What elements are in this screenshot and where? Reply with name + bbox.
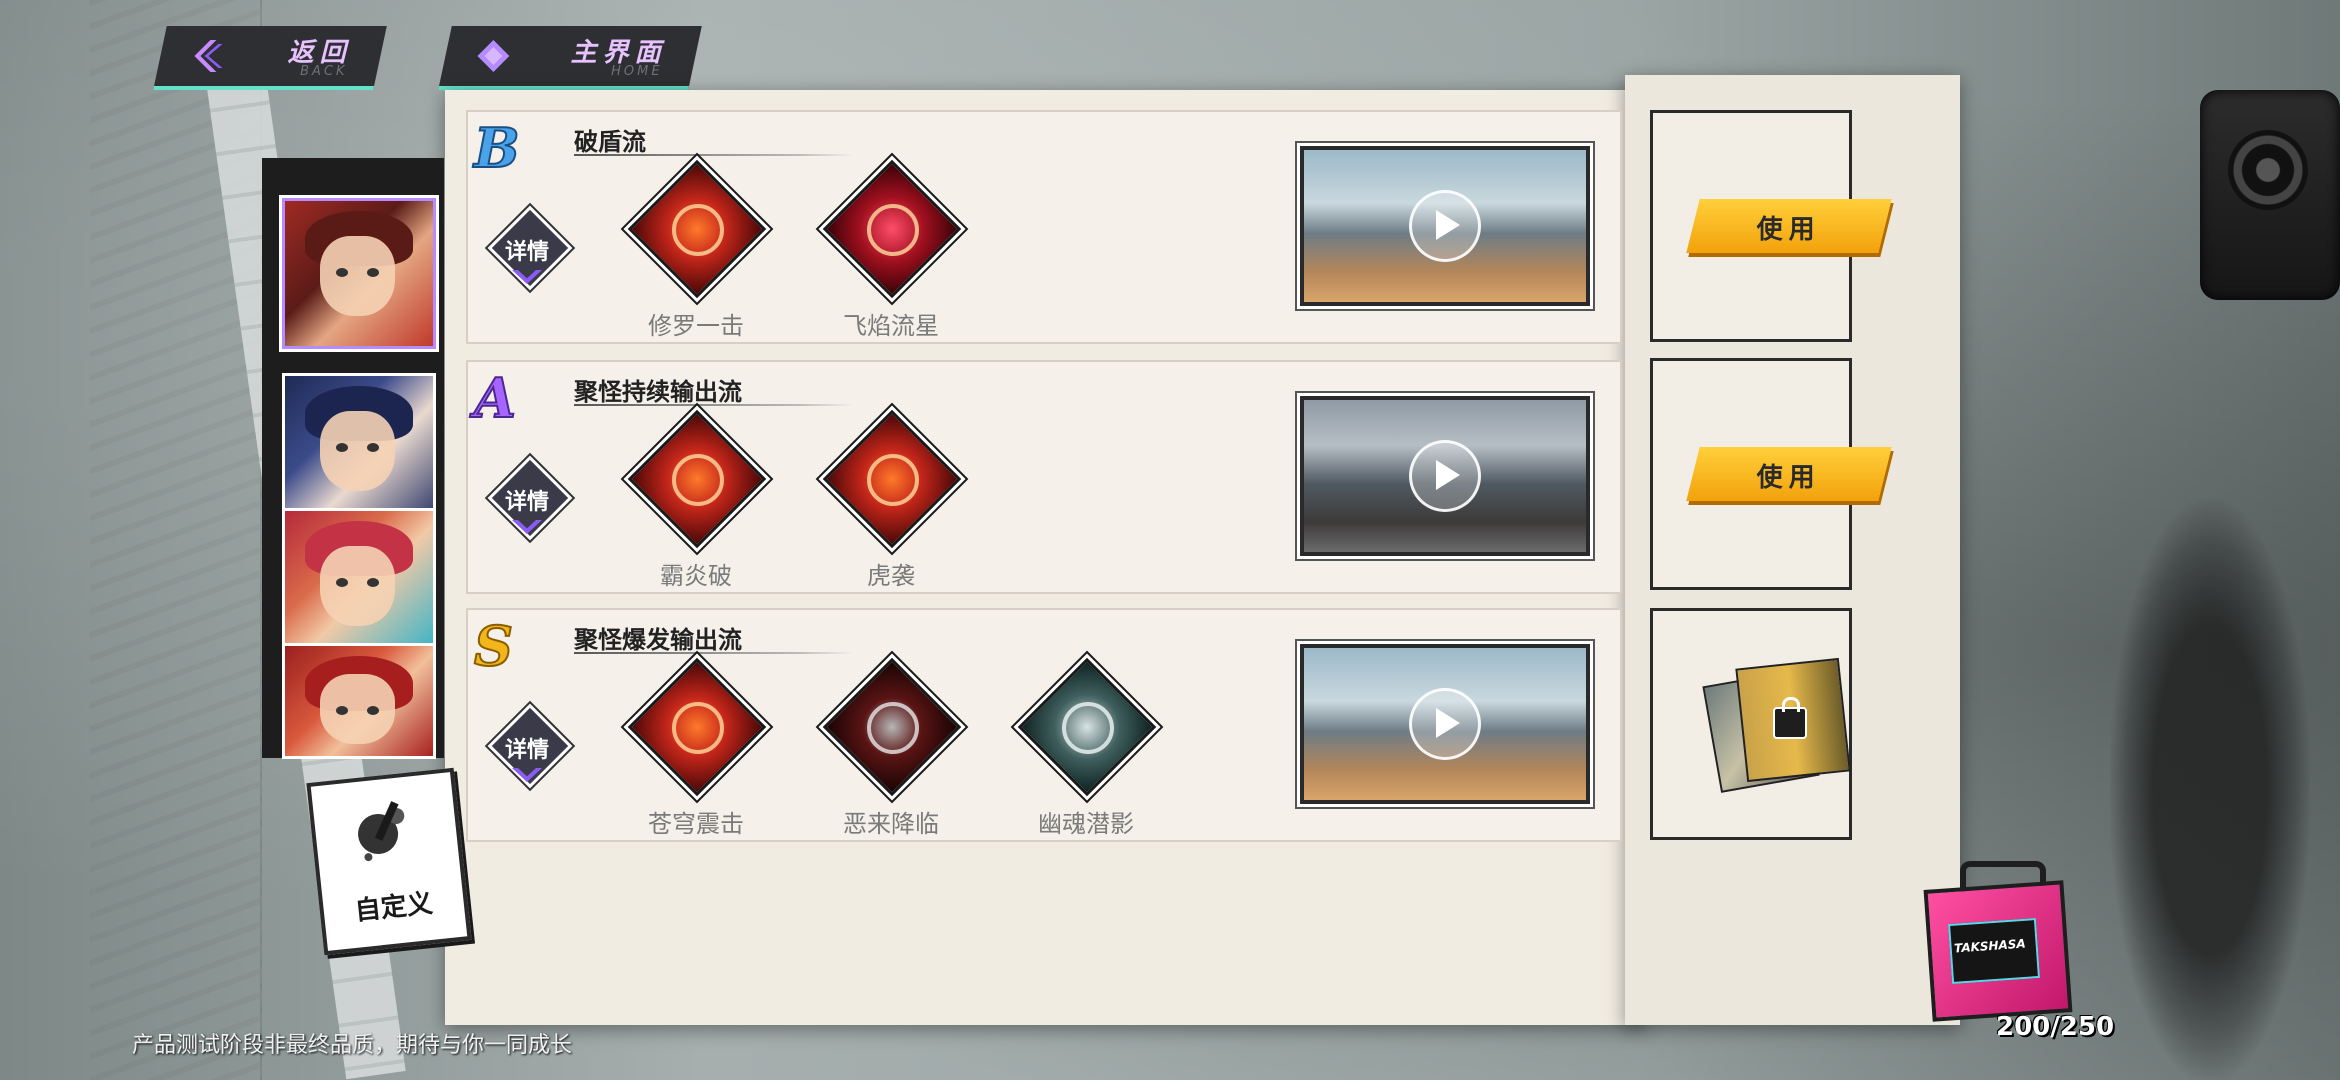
skill-glyph [867,204,919,256]
hero-face [320,411,395,491]
rank-badge: B [468,114,538,184]
storage-count: 200/250 [1996,1012,2115,1042]
back-sublabel: BACK [299,64,348,79]
ink-splatter [2110,500,2310,1080]
skill-glyph [672,702,724,754]
title-underline [574,652,854,654]
use-label: 使用 [1756,215,1821,245]
detail-button[interactable]: 详情 [487,455,573,542]
skill-name: 修罗一击 [648,312,744,340]
hero-portrait-3[interactable] [282,508,436,659]
build-title: 破盾流 [574,128,646,156]
skill-glyph [1062,702,1114,754]
footer-note: 产品测试阶段非最终品质，期待与你一同成长 [132,1033,573,1058]
skill-glyph [867,702,919,754]
back-button[interactable]: 返回 BACK [153,26,387,90]
title-underline [574,154,854,156]
detail-label: 详情 [504,240,549,265]
skill-name: 飞焰流星 [843,312,939,340]
build-slot: 使用 [1650,110,1892,342]
custom-label: 自定义 [353,888,435,927]
rank-badge: A [468,364,538,434]
skill-name: 苍穹震击 [648,810,744,838]
paint-brush-icon [358,801,405,862]
skill-item[interactable]: 恶来降临 [811,657,971,838]
build-title: 聚怪爆发输出流 [574,626,742,654]
play-icon[interactable] [1409,440,1481,512]
build-slot: 使用 [1650,358,1892,590]
skill-item[interactable]: 虎袭 [811,409,971,590]
camera-prop [2200,90,2340,300]
lock-icon [1773,697,1807,739]
hero-portrait-2[interactable] [282,373,436,524]
build-row: A 聚怪持续输出流 详情 霸炎破 虎袭 [466,360,1622,594]
video-preview[interactable] [1300,396,1590,556]
detail-button[interactable]: 详情 [487,703,573,790]
rank-letter: S [473,613,514,679]
hero-list [262,158,444,759]
hero-face [320,236,395,316]
hero-face [320,546,395,626]
skill-item[interactable]: 飞焰流星 [811,159,971,340]
skill-item[interactable]: 幽魂潜影 [1006,657,1166,838]
video-preview[interactable] [1300,644,1590,804]
chevron-left-icon [194,40,223,72]
build-row: S 聚怪爆发输出流 详情 苍穹震击 恶来降临 幽魂潜影 [466,608,1622,842]
skill-name: 幽魂潜影 [1038,810,1134,838]
detail-label: 详情 [504,738,549,763]
build-slot-locked[interactable] [1650,608,1852,840]
skill-name: 虎袭 [867,562,915,590]
skill-glyph [867,454,919,506]
build-title: 聚怪持续输出流 [574,378,742,406]
use-button[interactable]: 使用 [1686,447,1892,501]
rank-letter: B [473,115,521,181]
custom-button[interactable]: 自定义 [306,767,472,956]
skill-glyph [672,454,724,506]
hero-face [320,674,395,744]
home-sublabel: HOME [610,64,663,79]
hero-portrait-1[interactable] [282,198,436,349]
skill-item[interactable]: 霸炎破 [616,409,776,590]
detail-button[interactable]: 详情 [487,205,573,292]
video-preview[interactable] [1300,146,1590,306]
use-button[interactable]: 使用 [1686,199,1892,253]
title-underline [574,404,854,406]
skill-item[interactable]: 苍穹震击 [616,657,776,838]
skill-name: 恶来降临 [843,810,939,838]
skill-glyph [672,204,724,256]
storage-box[interactable]: TAKSHASA [1920,855,2073,1022]
hero-portrait-4[interactable] [282,643,436,759]
skill-name: 霸炎破 [660,562,732,590]
detail-label: 详情 [504,490,549,515]
build-row: B 破盾流 详情 修罗一击 飞焰流星 [466,110,1622,344]
diamond-icon [477,40,510,72]
rank-letter: A [473,365,517,431]
skill-item[interactable]: 修罗一击 [616,159,776,340]
play-icon[interactable] [1409,190,1481,262]
home-button[interactable]: 主界面 HOME [438,26,702,90]
play-icon[interactable] [1409,688,1481,760]
use-label: 使用 [1756,463,1821,493]
rank-badge: S [468,612,538,682]
